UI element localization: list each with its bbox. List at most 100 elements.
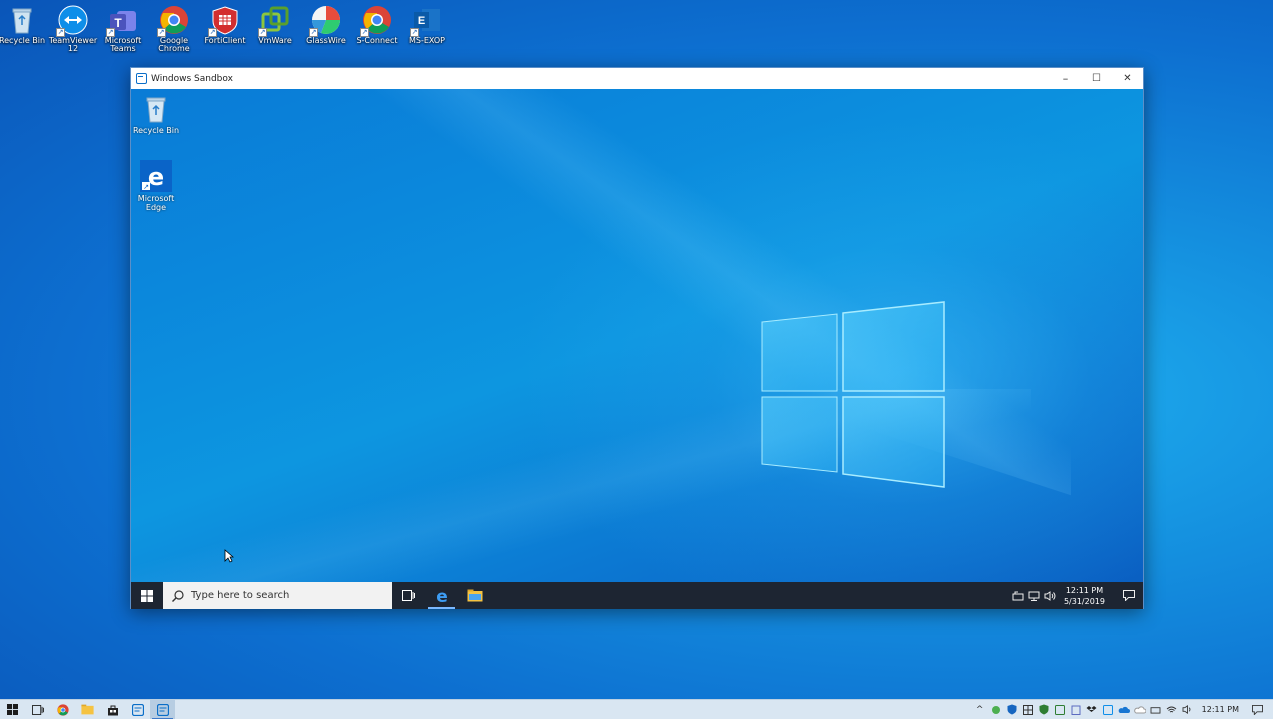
host-taskbar-teamviewer-button[interactable] xyxy=(125,700,150,719)
network-icon[interactable] xyxy=(1026,589,1042,603)
edge-icon: e xyxy=(436,587,448,605)
desktop-icon-label: TeamViewer 12 xyxy=(48,36,98,53)
host-taskbar-sandbox-button[interactable] xyxy=(150,699,175,719)
glasswire-icon: ↗ xyxy=(309,5,341,37)
sandbox-taskbar: Type here to search e 12:11 PM 5/31/2019 xyxy=(131,582,1143,609)
task-view-icon xyxy=(31,704,44,715)
host-taskbar: ^ 12:11 PM xyxy=(0,699,1273,719)
app-tray-icon[interactable] xyxy=(1052,700,1068,719)
desktop-icon-glasswire[interactable]: ↗ GlassWire xyxy=(301,2,351,45)
desktop-icon-label: Google Chrome xyxy=(158,36,190,53)
desktop-icon-label: Recycle Bin xyxy=(0,36,46,45)
svg-text:↗: ↗ xyxy=(143,183,149,191)
start-button[interactable] xyxy=(131,582,163,609)
recycle-bin-icon xyxy=(7,5,37,35)
sandbox-app-icon xyxy=(156,703,169,716)
maximize-button[interactable]: ☐ xyxy=(1081,68,1112,89)
sandbox-app-icon xyxy=(131,703,144,716)
sandbox-window: Windows Sandbox – ☐ ✕ Recycle Bin e ↗ Mi… xyxy=(130,67,1144,609)
sandbox-desktop-icon-edge[interactable]: e ↗ Microsoft Edge xyxy=(131,160,181,212)
action-center-button[interactable] xyxy=(1115,582,1143,609)
onedrive-alt-icon[interactable] xyxy=(1132,700,1148,719)
host-system-tray: ^ 12:11 PM xyxy=(972,700,1273,719)
windows-start-icon xyxy=(141,589,153,602)
desktop-icon-ms-exop[interactable]: E ↗ MS-EXOP xyxy=(402,2,452,45)
close-button[interactable]: ✕ xyxy=(1112,68,1143,89)
taskbar-edge-button[interactable]: e xyxy=(425,582,458,609)
recycle-bin-icon xyxy=(142,94,170,124)
system-tray: 12:11 PM 5/31/2019 xyxy=(1010,582,1143,609)
host-taskbar-file-explorer-button[interactable] xyxy=(75,700,100,719)
dropbox-icon[interactable] xyxy=(1084,700,1100,719)
desktop-icon-label: GlassWire xyxy=(306,36,346,45)
defender-icon[interactable] xyxy=(1036,700,1052,719)
desktop-icon-chrome[interactable]: ↗ Google Chrome xyxy=(149,2,199,53)
desktop-icon-label: VmWare xyxy=(258,36,292,45)
host-clock[interactable]: 12:11 PM xyxy=(1202,705,1239,714)
host-taskbar-store-button[interactable] xyxy=(100,700,125,719)
taskbar-file-explorer-button[interactable] xyxy=(458,582,491,609)
desktop-icon-label: Microsoft Edge xyxy=(137,194,175,212)
mouse-cursor-icon xyxy=(224,549,234,563)
host-task-view-button[interactable] xyxy=(25,700,50,719)
desktop-icon-teamviewer[interactable]: ↗ TeamViewer 12 xyxy=(48,2,98,53)
teamviewer-tray-icon[interactable] xyxy=(1100,700,1116,719)
teamviewer-icon: ↗ xyxy=(56,5,88,37)
desktop-icon-recycle-bin[interactable]: Recycle Bin xyxy=(0,2,47,45)
security-icon[interactable] xyxy=(1020,700,1036,719)
host-start-button[interactable] xyxy=(0,700,25,719)
wifi-icon[interactable] xyxy=(1164,700,1180,719)
windows-logo-wallpaper xyxy=(761,301,945,488)
svg-text:e: e xyxy=(148,163,164,191)
desktop-icon-s-connect[interactable]: ↗ S-Connect xyxy=(352,2,402,45)
notification-icon[interactable] xyxy=(1249,700,1265,719)
search-box[interactable]: Type here to search xyxy=(163,582,392,609)
volume-icon[interactable] xyxy=(1042,589,1058,603)
shopping-bag-icon xyxy=(107,705,118,715)
edge-tray-icon[interactable] xyxy=(988,700,1004,719)
sandbox-desktop-icon-recycle-bin[interactable]: Recycle Bin xyxy=(131,94,181,135)
desktop-icon-vmware[interactable]: ↗ VmWare xyxy=(250,2,300,45)
desktop-icon-teams[interactable]: T ↗ Microsoft Teams xyxy=(98,2,148,53)
people-icon[interactable] xyxy=(1010,589,1026,603)
desktop-icon-label: FortiClient xyxy=(204,36,246,45)
task-view-button[interactable] xyxy=(392,582,425,609)
title-bar[interactable]: Windows Sandbox – ☐ ✕ xyxy=(131,68,1143,89)
window-title: Windows Sandbox xyxy=(151,73,233,84)
svg-text:e: e xyxy=(436,587,448,605)
svg-text:E: E xyxy=(418,15,425,27)
exchange-icon: E ↗ xyxy=(410,5,442,37)
chrome-icon: ↗ xyxy=(360,5,392,37)
vmware-icon: ↗ xyxy=(258,5,290,37)
desktop-icon-label: MS-EXOP xyxy=(408,36,445,45)
clipboard-icon[interactable] xyxy=(1068,700,1084,719)
notification-icon xyxy=(1123,590,1135,601)
clock-date: 5/31/2019 xyxy=(1063,596,1105,606)
forticlient-icon: ↗ xyxy=(208,5,240,37)
windows-start-icon xyxy=(7,704,18,715)
chrome-icon: ↗ xyxy=(157,5,189,37)
onedrive-icon[interactable] xyxy=(1116,700,1132,719)
taskbar-clock[interactable]: 12:11 PM 5/31/2019 xyxy=(1064,585,1105,607)
chevron-up-icon[interactable]: ^ xyxy=(972,700,988,719)
task-view-icon xyxy=(402,590,415,601)
shield-icon[interactable] xyxy=(1004,700,1020,719)
svg-text:T: T xyxy=(114,16,122,30)
teams-icon: T ↗ xyxy=(106,5,138,37)
clock-time: 12:11 PM xyxy=(1065,585,1104,595)
edge-icon: e ↗ xyxy=(140,160,172,192)
desktop-icon-forticlient[interactable]: ↗ FortiClient xyxy=(200,2,250,45)
sandbox-desktop[interactable]: Recycle Bin e ↗ Microsoft Edge xyxy=(131,89,1143,582)
file-explorer-icon xyxy=(467,589,482,602)
volume-icon[interactable] xyxy=(1180,700,1196,719)
desktop-icon-label: Recycle Bin xyxy=(132,126,180,135)
search-icon xyxy=(171,589,185,603)
minimize-button[interactable]: – xyxy=(1050,68,1081,89)
desktop-icon-label: Microsoft Teams xyxy=(104,36,142,53)
chrome-icon xyxy=(56,703,69,716)
search-placeholder: Type here to search xyxy=(191,590,290,601)
people-icon[interactable] xyxy=(1148,700,1164,719)
desktop-icon-label: S-Connect xyxy=(356,36,398,45)
host-taskbar-chrome-button[interactable] xyxy=(50,700,75,719)
file-explorer-icon xyxy=(81,704,94,715)
